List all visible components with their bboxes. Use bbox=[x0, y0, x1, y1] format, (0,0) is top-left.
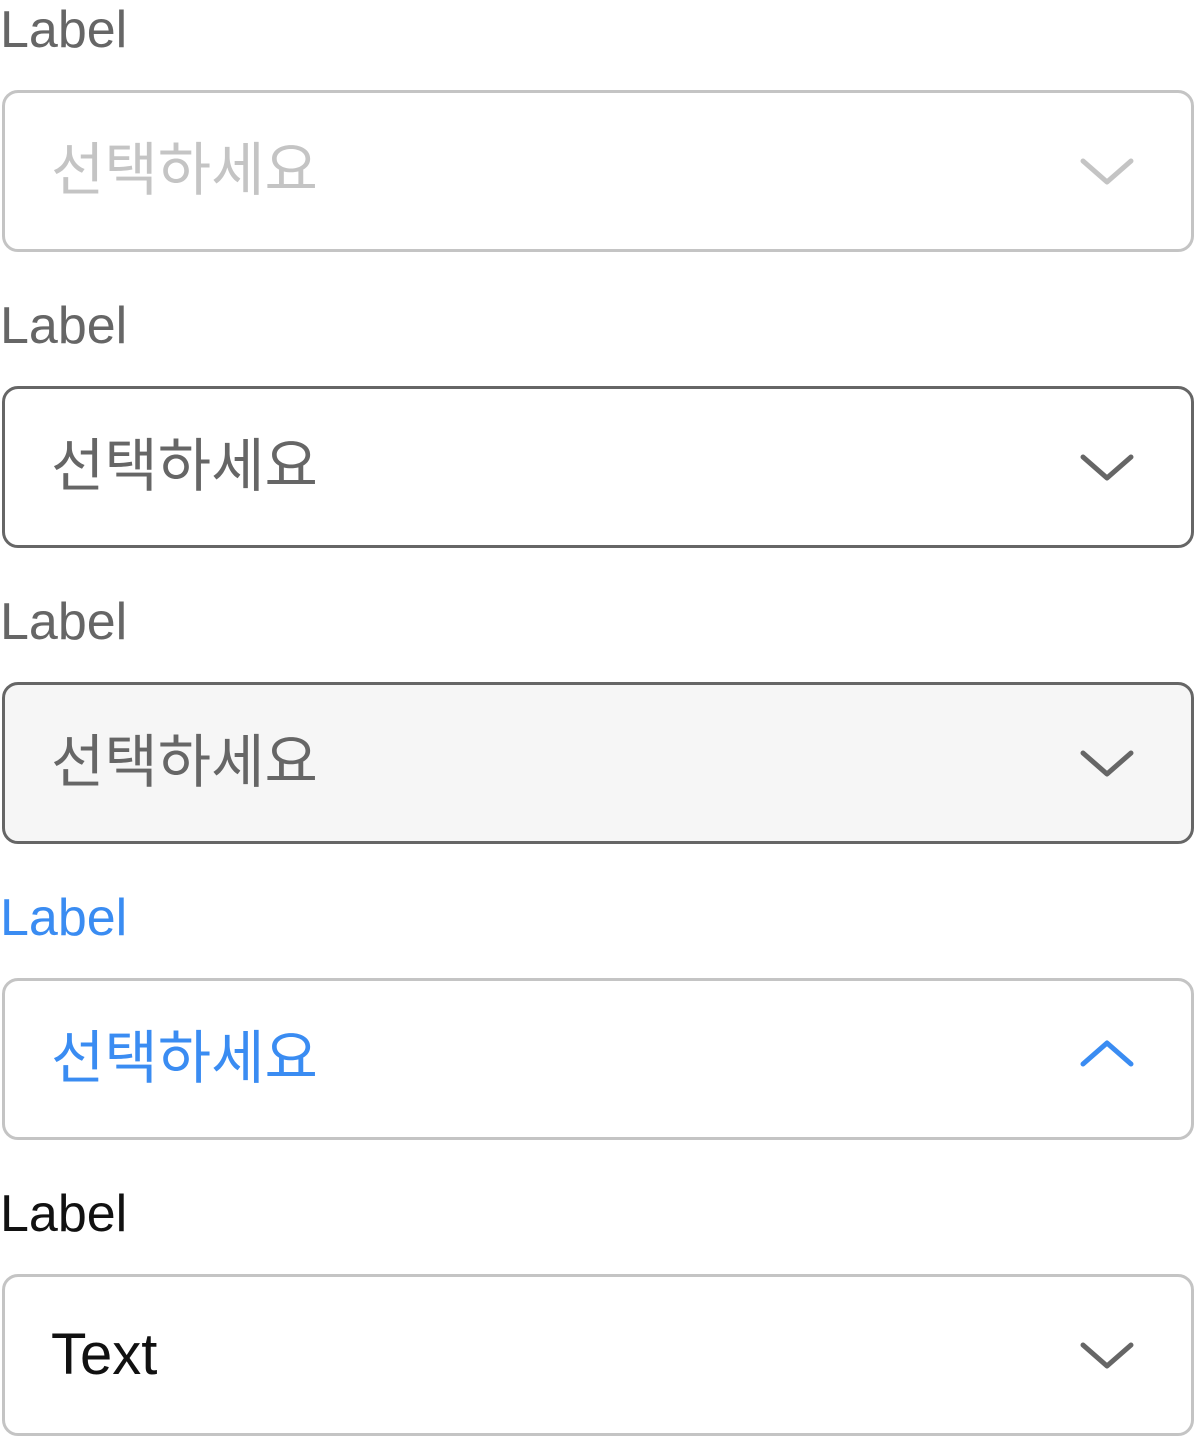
select-dropdown[interactable]: Text bbox=[2, 1274, 1194, 1436]
select-value: Text bbox=[51, 1322, 158, 1387]
select-dropdown[interactable]: 선택하세요 bbox=[2, 90, 1194, 252]
field-label: Label bbox=[0, 593, 128, 651]
field-label: Label bbox=[0, 1185, 128, 1243]
select-placeholder: 선택하세요 bbox=[51, 730, 318, 795]
select-placeholder: 선택하세요 bbox=[51, 434, 318, 499]
chevron-down-icon bbox=[1079, 452, 1135, 482]
select-placeholder: 선택하세요 bbox=[51, 1026, 318, 1091]
field-label: Label bbox=[0, 889, 128, 947]
field-label: Label bbox=[0, 1, 128, 59]
select-dropdown[interactable]: 선택하세요 bbox=[2, 386, 1194, 548]
select-placeholder: 선택하세요 bbox=[51, 138, 318, 203]
chevron-down-icon bbox=[1079, 748, 1135, 778]
chevron-down-icon bbox=[1079, 1340, 1135, 1370]
select-dropdown[interactable]: 선택하세요 bbox=[2, 682, 1194, 844]
chevron-down-icon bbox=[1079, 156, 1135, 186]
select-dropdown[interactable]: 선택하세요 bbox=[2, 978, 1194, 1140]
field-label: Label bbox=[0, 297, 128, 355]
chevron-up-icon bbox=[1079, 1039, 1135, 1069]
